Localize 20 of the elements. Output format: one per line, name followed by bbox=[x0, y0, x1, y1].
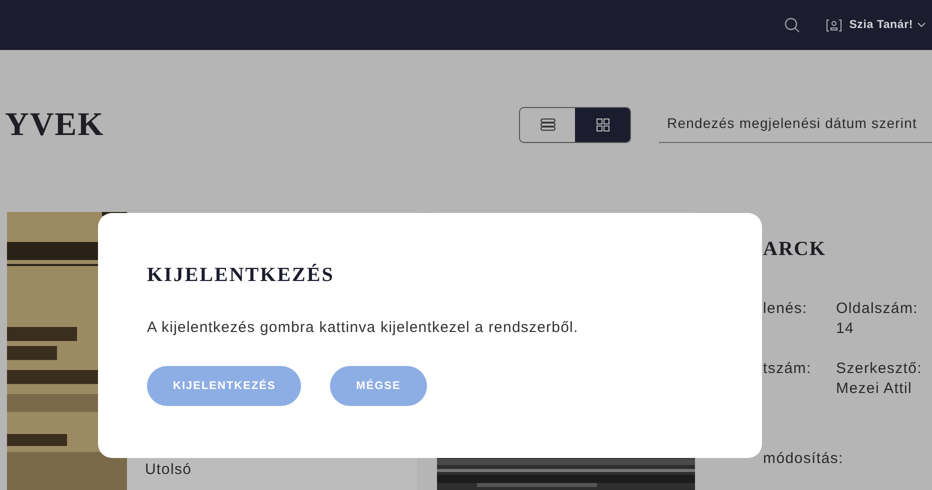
field-label: lenés: bbox=[763, 299, 808, 319]
user-icon[interactable] bbox=[826, 18, 842, 32]
field-value: 14 bbox=[836, 319, 854, 339]
field-value: Mezei Attil bbox=[836, 379, 912, 399]
field-label: tszám: bbox=[763, 359, 812, 379]
card-title: ARCK bbox=[763, 238, 827, 261]
chevron-icon[interactable] bbox=[917, 22, 926, 28]
card-label: Utolsó bbox=[145, 460, 192, 480]
user-menu[interactable]: Szia Tanár! bbox=[849, 19, 913, 31]
dialog-title: KIJELENTKEZÉS bbox=[147, 264, 336, 287]
field-label: Oldalszám: bbox=[836, 299, 918, 319]
search-icon[interactable] bbox=[784, 17, 800, 33]
sort-field[interactable]: Rendezés megjelenési dátum szerint bbox=[659, 108, 932, 142]
field-label: módosítás: bbox=[763, 449, 844, 469]
grid-view-button[interactable] bbox=[575, 108, 630, 142]
list-icon bbox=[540, 118, 556, 132]
grid-icon bbox=[596, 118, 610, 132]
dialog-message: A kijelentkezés gombra kattinva kijelentkezel a rendszerből. bbox=[147, 319, 580, 336]
field-label: Szerkesztő: bbox=[836, 359, 922, 379]
page-title: YVEK bbox=[5, 106, 106, 144]
